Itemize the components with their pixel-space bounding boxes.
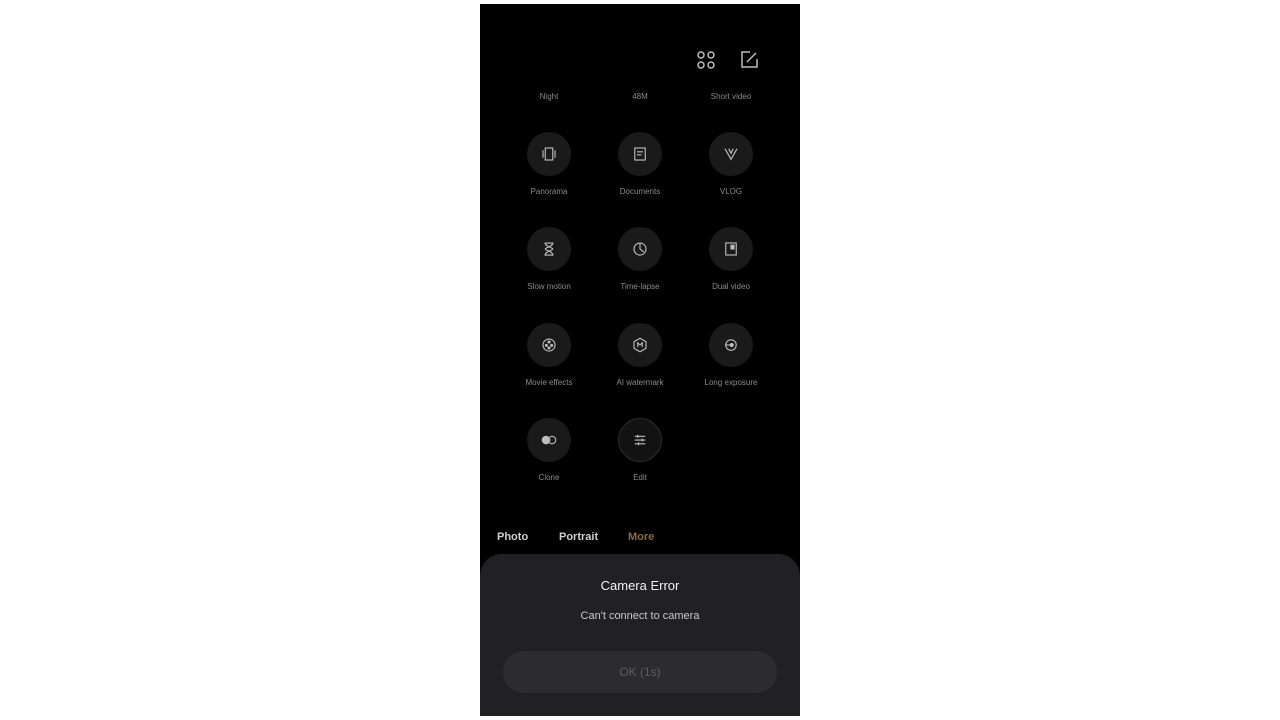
sliders-icon [618,418,662,462]
movie-reel-icon [527,323,571,367]
ai-watermark-icon [618,323,662,367]
tab-photo[interactable]: Photo [497,531,528,543]
documents-icon [618,132,662,176]
mode-label-48m[interactable]: 48M [590,92,690,101]
mode-label: AI watermark [616,378,664,387]
tab-portrait[interactable]: Portrait [559,531,598,543]
mode-label: Slow motion [527,282,571,291]
long-exposure-icon [709,323,753,367]
dual-video-icon [709,227,753,271]
mode-label: Edit [633,473,647,482]
edit-square-icon[interactable] [737,48,761,72]
camera-screen: Night 48M Short video Panorama Documents… [480,4,800,716]
time-lapse-icon [618,227,662,271]
mode-label: Dual video [712,282,750,291]
mode-label: Documents [619,187,661,196]
mode-clone[interactable]: Clone [499,418,599,508]
clone-icon [527,418,571,462]
mode-label: Panorama [530,187,568,196]
camera-error-dialog: Camera Error Can't connect to camera OK … [480,554,800,716]
mode-tabs: Photo Portrait More [480,531,800,551]
dialog-message: Can't connect to camera [580,610,700,622]
grid-four-dots-icon[interactable] [694,48,718,72]
vlog-icon [709,132,753,176]
ok-button[interactable]: OK (1s) [503,651,777,693]
mode-dual-video[interactable]: Dual video [681,227,781,317]
mode-label: VLOG [719,187,743,196]
mode-label: Time-lapse [620,282,660,291]
mode-movie-effects[interactable]: Movie effects [499,323,599,413]
mode-documents[interactable]: Documents [590,132,690,222]
mode-label-short-video[interactable]: Short video [681,92,781,101]
mode-label-night[interactable]: Night [499,92,599,101]
dialog-title: Camera Error [600,578,680,593]
mode-label: Long exposure [704,378,758,387]
mode-panorama[interactable]: Panorama [499,132,599,222]
tab-more[interactable]: More [628,531,654,543]
panorama-icon [527,132,571,176]
mode-ai-watermark[interactable]: AI watermark [590,323,690,413]
hourglass-icon [527,227,571,271]
mode-long-exposure[interactable]: Long exposure [681,323,781,413]
mode-label: Clone [538,473,560,482]
mode-time-lapse[interactable]: Time-lapse [590,227,690,317]
mode-edit[interactable]: Edit [590,418,690,508]
mode-label: Movie effects [525,378,573,387]
mode-slow-motion[interactable]: Slow motion [499,227,599,317]
mode-vlog[interactable]: VLOG [681,132,781,222]
